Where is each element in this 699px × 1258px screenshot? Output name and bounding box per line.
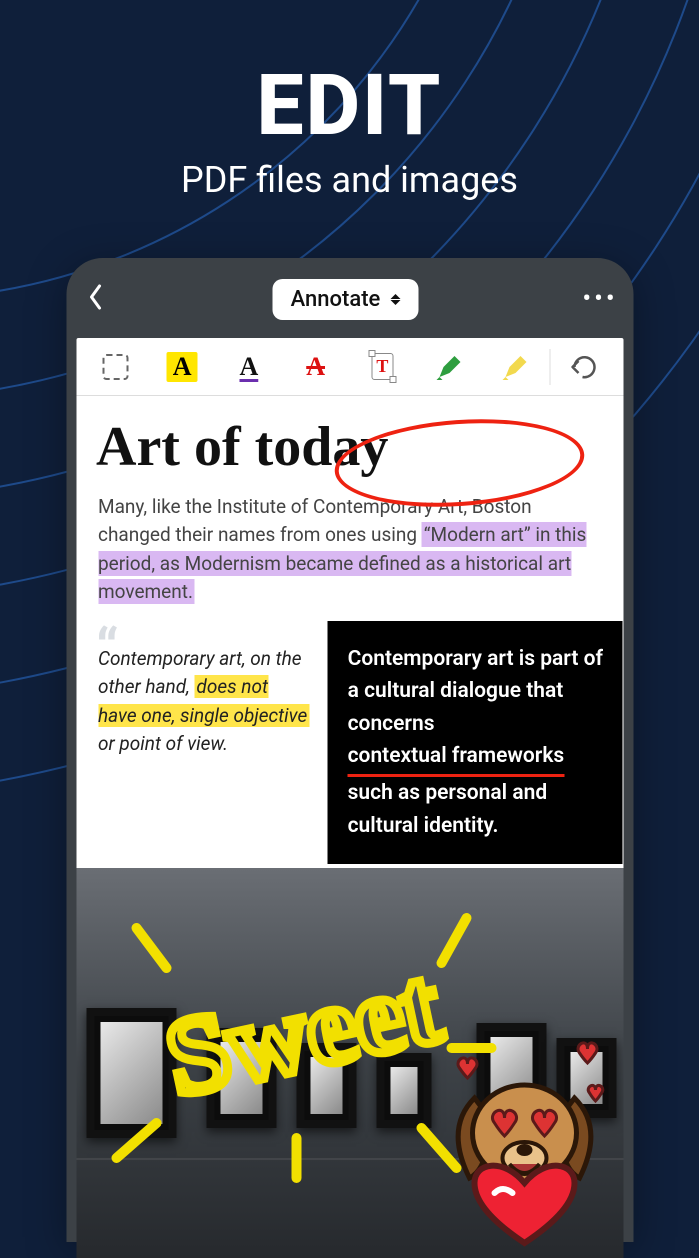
dark-post: such as personal and cultural identity. (348, 781, 548, 838)
updown-chevron-icon (390, 294, 400, 305)
handwriting-text: Sweet (155, 943, 450, 1120)
undo-button[interactable] (550, 355, 617, 379)
hero-subtitle: PDF files and images (0, 159, 699, 201)
underline-tool[interactable]: A (216, 352, 283, 382)
device-frame: Annotate ••• A A A T Art of today (66, 258, 633, 1242)
underline-icon: A (239, 352, 258, 382)
app-topbar: Annotate ••• (76, 276, 623, 322)
pen-tool[interactable] (416, 352, 483, 382)
two-column-row: “ Contemporary art, on the other hand, d… (76, 621, 623, 864)
select-tool[interactable] (82, 354, 149, 380)
dog-heart-sticker[interactable] (439, 1038, 609, 1248)
highlight-icon: A (167, 352, 198, 382)
dog-sticker-icon (439, 1038, 609, 1248)
quote-block: “ Contemporary art, on the other hand, d… (76, 621, 328, 864)
back-button[interactable] (76, 284, 114, 314)
select-icon (102, 354, 128, 380)
strike-tool[interactable]: A (282, 352, 349, 382)
mode-label: Annotate (291, 287, 381, 312)
highlighter-yellow-icon (501, 352, 531, 382)
chevron-left-icon (87, 284, 103, 310)
mode-selector[interactable]: Annotate (273, 279, 419, 320)
red-underline: contextual frameworks (348, 740, 565, 777)
strikethrough-icon: A (306, 352, 325, 382)
highlighter-green-icon (434, 352, 464, 382)
undo-icon (569, 355, 599, 379)
hero: EDIT PDF files and images (0, 0, 699, 201)
document-screen: A A A T Art of today Many, like the Inst… (76, 338, 623, 1258)
marker-tool[interactable] (483, 352, 550, 382)
document-body[interactable]: Art of today Many, like the Institute of… (76, 396, 623, 1258)
textbox-tool[interactable]: T (349, 353, 416, 380)
quote-post: or point of view. (98, 732, 228, 755)
more-button[interactable]: ••• (577, 284, 623, 314)
annotation-toolbar: A A A T (76, 338, 623, 396)
dark-pre: Contemporary art is part of a cultural d… (348, 647, 603, 736)
highlight-tool[interactable]: A (149, 352, 216, 382)
hero-title: EDIT (0, 56, 699, 155)
textbox-icon: T (371, 353, 393, 380)
doc-paragraph: Many, like the Institute of Contemporary… (76, 487, 623, 621)
dark-callout: Contemporary art is part of a cultural d… (328, 621, 623, 864)
